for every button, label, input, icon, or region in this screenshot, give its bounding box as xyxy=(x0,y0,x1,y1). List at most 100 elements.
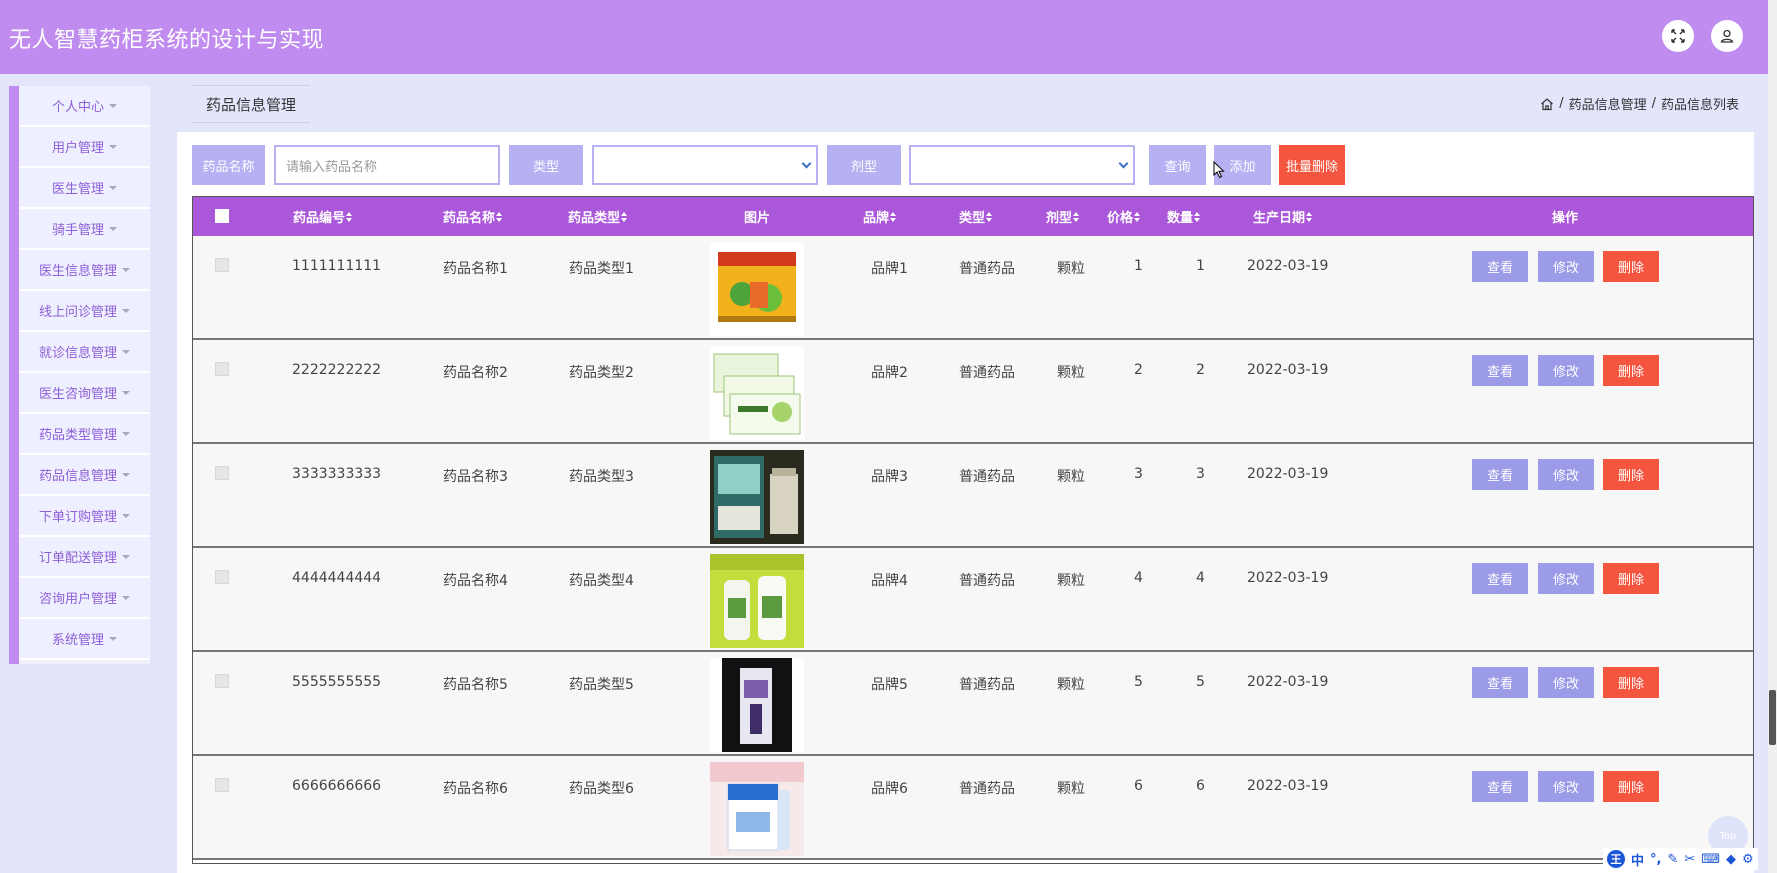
sort-icon[interactable] xyxy=(890,211,897,222)
sort-icon[interactable] xyxy=(496,211,503,222)
view-button[interactable]: 查看 xyxy=(1472,355,1528,386)
cell-name: 药品名称1 xyxy=(443,261,508,277)
cell-form: 颗粒 xyxy=(1057,261,1085,277)
query-button[interactable]: 查询 xyxy=(1149,145,1206,185)
delete-button[interactable]: 删除 xyxy=(1603,251,1659,282)
view-button[interactable]: 查看 xyxy=(1472,459,1528,490)
cell-category: 药品类型3 xyxy=(569,469,634,485)
drug-image-1[interactable] xyxy=(710,242,804,336)
select-all-checkbox[interactable] xyxy=(215,209,229,223)
delete-button[interactable]: 删除 xyxy=(1603,563,1659,594)
header-date[interactable]: 生产日期 xyxy=(1228,197,1338,236)
page-scrollbar[interactable] xyxy=(1768,0,1777,873)
cell-type: 普通药品 xyxy=(959,677,1015,693)
row-checkbox[interactable] xyxy=(215,778,229,792)
sidebar-item-riders[interactable]: 骑手管理 xyxy=(19,209,150,250)
header-type[interactable]: 类型 xyxy=(936,197,1016,236)
header-code[interactable]: 药品编号 xyxy=(273,197,373,236)
edit-button[interactable]: 修改 xyxy=(1538,355,1594,386)
delete-button[interactable]: 删除 xyxy=(1603,771,1659,802)
sidebar-item-doctor-info[interactable]: 医生信息管理 xyxy=(19,250,150,291)
header-form[interactable]: 剂型 xyxy=(1023,197,1103,236)
cell-brand: 品牌3 xyxy=(871,469,908,485)
home-icon[interactable] xyxy=(1540,97,1554,111)
sidebar-item-online-consult[interactable]: 线上问诊管理 xyxy=(19,291,150,332)
delete-button[interactable]: 删除 xyxy=(1603,459,1659,490)
scissors-icon[interactable]: ✂ xyxy=(1684,852,1695,867)
form-select[interactable] xyxy=(909,145,1135,185)
type-select[interactable] xyxy=(592,145,818,185)
drug-image-5[interactable] xyxy=(710,658,804,752)
sidebar-item-doctor-consult[interactable]: 医生咨询管理 xyxy=(19,373,150,414)
drug-image-2[interactable] xyxy=(710,346,804,440)
shirt-icon[interactable]: ◆ xyxy=(1726,852,1736,867)
row-checkbox[interactable] xyxy=(215,258,229,272)
sort-icon[interactable] xyxy=(1194,211,1201,222)
sidebar-item-delivery[interactable]: 订单配送管理 xyxy=(19,537,150,578)
scrollbar-thumb[interactable] xyxy=(1769,690,1776,745)
sidebar-item-system[interactable]: 系统管理 xyxy=(19,619,150,660)
row-checkbox[interactable] xyxy=(215,466,229,480)
table-row: 6666666666 药品名称6 药品类型6 品牌6 普通药品 颗粒 6 6 2… xyxy=(193,756,1753,860)
header-category[interactable]: 药品类型 xyxy=(548,197,648,236)
sidebar-item-label: 骑手管理 xyxy=(51,223,104,238)
cell-qty: 1 xyxy=(1196,258,1205,274)
sort-icon[interactable] xyxy=(1134,211,1141,222)
fullscreen-button[interactable] xyxy=(1662,20,1694,52)
edit-button[interactable]: 修改 xyxy=(1538,667,1594,698)
cell-brand: 品牌6 xyxy=(871,781,908,797)
view-button[interactable]: 查看 xyxy=(1472,251,1528,282)
view-button[interactable]: 查看 xyxy=(1472,771,1528,802)
drug-image-6[interactable] xyxy=(710,762,804,856)
pen-icon[interactable]: ✎ xyxy=(1667,852,1678,867)
sort-icon[interactable] xyxy=(621,211,628,222)
view-button[interactable]: 查看 xyxy=(1472,563,1528,594)
cell-category: 药品类型5 xyxy=(569,677,634,693)
gear-icon[interactable]: ⚙ xyxy=(1742,852,1754,867)
row-checkbox[interactable] xyxy=(215,674,229,688)
ime-logo[interactable]: 王 xyxy=(1607,850,1625,868)
sort-icon[interactable] xyxy=(346,211,353,222)
sidebar-item-label: 系统管理 xyxy=(51,633,104,648)
edit-button[interactable]: 修改 xyxy=(1538,251,1594,282)
edit-button[interactable]: 修改 xyxy=(1538,771,1594,802)
header-qty[interactable]: 数量 xyxy=(1154,197,1214,236)
breadcrumb-level1[interactable]: 药品信息管理 xyxy=(1569,94,1647,113)
caret-down-icon xyxy=(109,185,117,190)
expand-arrows-icon xyxy=(1671,29,1685,43)
row-checkbox[interactable] xyxy=(215,570,229,584)
header-brand[interactable]: 品牌 xyxy=(840,197,920,236)
header-name[interactable]: 药品名称 xyxy=(423,197,523,236)
delete-button[interactable]: 删除 xyxy=(1603,667,1659,698)
sidebar-item-visit-info[interactable]: 就诊信息管理 xyxy=(19,332,150,373)
sidebar-item-label: 下单订购管理 xyxy=(38,510,117,525)
edit-button[interactable]: 修改 xyxy=(1538,563,1594,594)
ime-mode-toggle[interactable]: 中 xyxy=(1631,850,1644,869)
table-header: 药品编号 药品名称 药品类型 图片 品牌 类型 剂型 价格 数量 生产日期 操作 xyxy=(193,197,1753,236)
sort-icon[interactable] xyxy=(1073,211,1080,222)
punctuation-icon[interactable]: °, xyxy=(1650,852,1661,867)
drug-image-4[interactable] xyxy=(710,554,804,648)
sidebar-item-users[interactable]: 用户管理 xyxy=(19,127,150,168)
keyboard-icon[interactable]: ⌨ xyxy=(1701,852,1720,867)
sidebar-item-orders[interactable]: 下单订购管理 xyxy=(19,496,150,537)
user-menu-button[interactable] xyxy=(1711,20,1743,52)
sort-icon[interactable] xyxy=(986,211,993,222)
sidebar-item-label: 个人中心 xyxy=(51,100,104,115)
delete-button[interactable]: 删除 xyxy=(1603,355,1659,386)
batch-delete-button[interactable]: 批量删除 xyxy=(1279,145,1345,185)
sort-icon[interactable] xyxy=(1306,211,1313,222)
sidebar-item-personal-center[interactable]: 个人中心 xyxy=(19,86,150,127)
view-button[interactable]: 查看 xyxy=(1472,667,1528,698)
sidebar-item-drug-types[interactable]: 药品类型管理 xyxy=(19,414,150,455)
sidebar-item-consult-users[interactable]: 咨询用户管理 xyxy=(19,578,150,619)
tab-drug-info[interactable]: 药品信息管理 xyxy=(192,85,311,123)
drug-image-3[interactable] xyxy=(710,450,804,544)
row-checkbox[interactable] xyxy=(215,362,229,376)
chevron-down-icon xyxy=(801,158,812,168)
edit-button[interactable]: 修改 xyxy=(1538,459,1594,490)
drug-name-input[interactable]: 请输入药品名称 xyxy=(274,145,500,185)
sidebar-item-drug-info[interactable]: 药品信息管理 xyxy=(19,455,150,496)
sidebar-item-doctors[interactable]: 医生管理 xyxy=(19,168,150,209)
header-price[interactable]: 价格 xyxy=(1094,197,1154,236)
